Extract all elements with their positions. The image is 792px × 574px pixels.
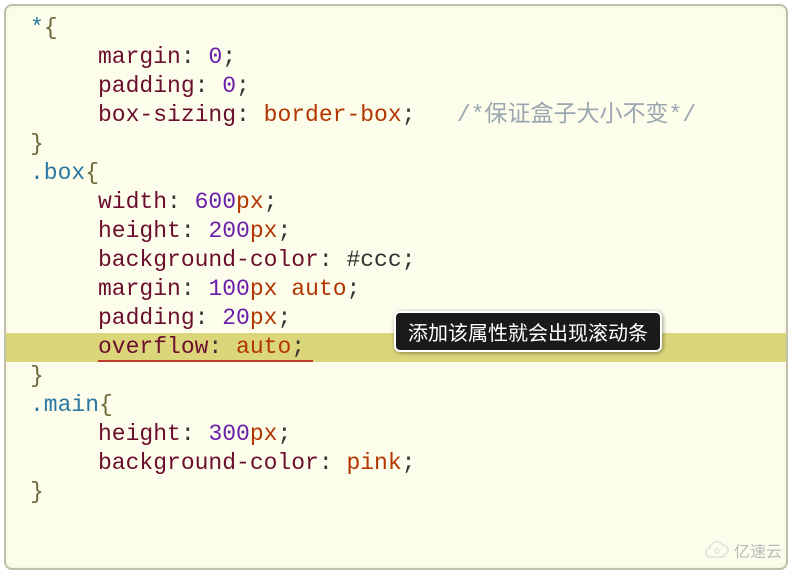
- prop-padding: padding: [98, 73, 195, 99]
- prop-margin: margin: [98, 44, 181, 70]
- brace-open: {: [44, 15, 58, 41]
- brace-open: {: [85, 160, 99, 186]
- code-line-4: box-sizing: border-box; /*保证盒子大小不变*/: [6, 101, 786, 130]
- watermark-text: 亿速云: [734, 538, 782, 562]
- brace-open: {: [99, 392, 113, 418]
- unit-px: px: [250, 276, 278, 302]
- val-auto: auto: [291, 276, 346, 302]
- unit-px: px: [250, 218, 278, 244]
- code-line-1: *{: [6, 14, 786, 43]
- unit-px: px: [250, 421, 278, 447]
- prop-height: height: [98, 218, 181, 244]
- watermark: 亿速云: [704, 538, 782, 562]
- val-border-box: border-box: [264, 102, 402, 128]
- selector-main: .main: [30, 392, 99, 418]
- brace-close: }: [30, 363, 44, 389]
- val-pink: pink: [346, 450, 401, 476]
- brace-close: }: [30, 131, 44, 157]
- code-line-2: margin: 0;: [6, 43, 786, 72]
- val-zero: 0: [208, 44, 222, 70]
- code-line-5: }: [6, 130, 786, 159]
- unit-px: px: [250, 305, 278, 331]
- code-line-13: }: [6, 362, 786, 391]
- val-auto: auto: [236, 334, 291, 360]
- brace-close: }: [30, 479, 44, 505]
- val-zero: 0: [222, 73, 236, 99]
- prop-height: height: [98, 421, 181, 447]
- callout-text: 添加该属性就会出现滚动条: [408, 323, 648, 345]
- val-200: 200: [208, 218, 249, 244]
- val-300: 300: [208, 421, 249, 447]
- val-ccc: #ccc: [346, 247, 401, 273]
- code-line-7: width: 600px;: [6, 188, 786, 217]
- code-block: *{ margin: 0; padding: 0; box-sizing: bo…: [4, 4, 788, 570]
- code-line-15: height: 300px;: [6, 420, 786, 449]
- code-line-8: height: 200px;: [6, 217, 786, 246]
- prop-margin: margin: [98, 276, 181, 302]
- callout-box: 添加该属性就会出现滚动条: [394, 311, 662, 352]
- code-line-3: padding: 0;: [6, 72, 786, 101]
- code-line-17: }: [6, 478, 786, 507]
- val-100: 100: [208, 276, 249, 302]
- prop-bgcolor: background-color: [98, 247, 319, 273]
- val-20: 20: [222, 305, 250, 331]
- prop-padding: padding: [98, 305, 195, 331]
- prop-bgcolor: background-color: [98, 450, 319, 476]
- prop-box-sizing: box-sizing: [98, 102, 236, 128]
- prop-width: width: [98, 189, 167, 215]
- val-600: 600: [195, 189, 236, 215]
- code-line-14: .main{: [6, 391, 786, 420]
- cloud-icon: [704, 541, 730, 559]
- selector-star: *: [30, 15, 44, 41]
- code-line-16: background-color: pink;: [6, 449, 786, 478]
- comment: /*保证盒子大小不变*/: [457, 102, 696, 128]
- unit-px: px: [236, 189, 264, 215]
- selector-box: .box: [30, 160, 85, 186]
- code-line-10: margin: 100px auto;: [6, 275, 786, 304]
- prop-overflow: overflow: [98, 334, 208, 360]
- code-line-9: background-color: #ccc;: [6, 246, 786, 275]
- code-line-6: .box{: [6, 159, 786, 188]
